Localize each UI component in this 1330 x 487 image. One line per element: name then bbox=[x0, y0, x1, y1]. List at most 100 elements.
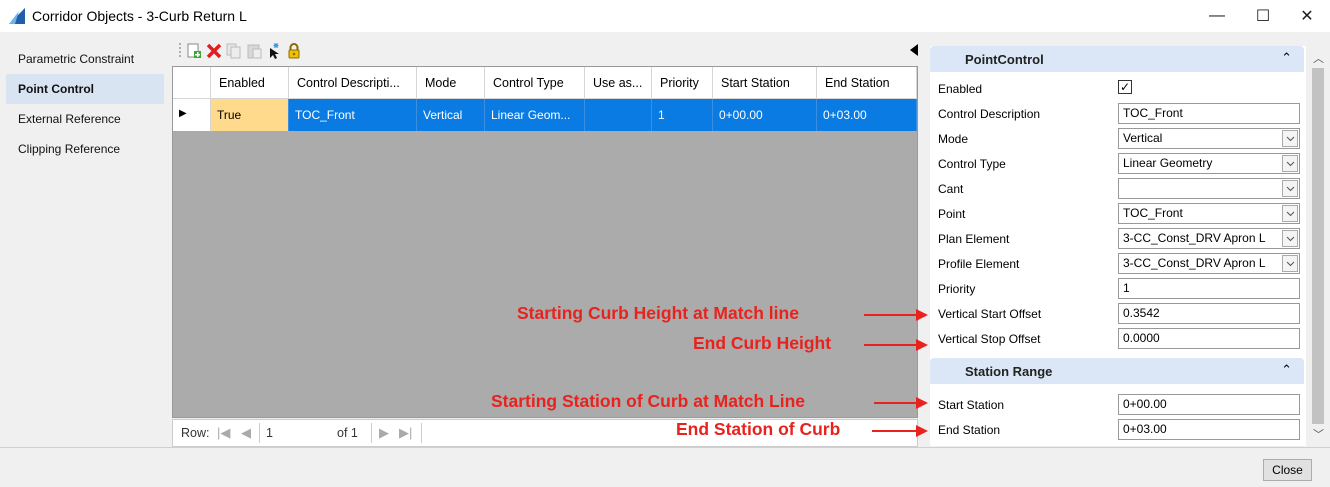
start-station-field[interactable]: 0+00.00 bbox=[1118, 394, 1300, 415]
control-type-select[interactable]: Linear Geometry bbox=[1118, 153, 1300, 174]
cell-start-station[interactable]: 0+00.00 bbox=[713, 99, 817, 131]
grid-toolbar bbox=[170, 40, 922, 64]
prop-label-start-station: Start Station bbox=[938, 398, 1005, 412]
lock-icon[interactable] bbox=[286, 43, 302, 59]
prop-row-vertical-start-offset: Vertical Start Offset 0.3542 bbox=[930, 301, 1304, 326]
last-page-icon[interactable]: ▶| bbox=[399, 425, 412, 441]
cant-select[interactable] bbox=[1118, 178, 1300, 199]
chevron-down-icon[interactable] bbox=[1282, 130, 1298, 147]
column-header-enabled[interactable]: Enabled bbox=[211, 67, 289, 99]
prop-label-end-station: End Station bbox=[938, 423, 1001, 437]
profile-element-select[interactable]: 3-CC_Const_DRV Apron L bbox=[1118, 253, 1300, 274]
chevron-down-icon[interactable] bbox=[1282, 180, 1298, 197]
prop-label-vertical-stop-offset: Vertical Stop Offset bbox=[938, 332, 1041, 346]
paste-icon[interactable] bbox=[246, 43, 262, 59]
sidebar-nav: Parametric Constraint Point Control Exte… bbox=[0, 44, 170, 164]
mode-select[interactable]: Vertical bbox=[1118, 128, 1300, 149]
table-row[interactable]: ▶ True TOC_Front Vertical Linear Geom...… bbox=[173, 99, 917, 131]
chevron-down-icon[interactable] bbox=[1282, 255, 1298, 272]
prop-row-vertical-stop-offset: Vertical Stop Offset 0.0000 bbox=[930, 326, 1304, 351]
column-header-end-station[interactable]: End Station bbox=[817, 67, 917, 99]
scrollbar-thumb[interactable] bbox=[1312, 68, 1324, 424]
annotation-arrow bbox=[874, 397, 928, 409]
maximize-button[interactable]: ☐ bbox=[1240, 0, 1286, 32]
prop-row-control-description: Control Description TOC_Front bbox=[930, 101, 1304, 126]
prop-label-enabled: Enabled bbox=[938, 82, 983, 96]
cell-use-as[interactable] bbox=[585, 99, 652, 131]
column-header-priority[interactable]: Priority bbox=[652, 67, 713, 99]
prop-label-control-description: Control Description bbox=[938, 107, 1041, 121]
cell-enabled[interactable]: True bbox=[211, 99, 289, 131]
cell-control-description[interactable]: TOC_Front bbox=[289, 99, 417, 131]
sidebar-item-point-control[interactable]: Point Control bbox=[6, 74, 164, 104]
column-header-control-type[interactable]: Control Type bbox=[485, 67, 585, 99]
section-header-point-control[interactable]: PointControl ⌃ bbox=[930, 46, 1304, 72]
column-header-mode[interactable]: Mode bbox=[417, 67, 485, 99]
copy-icon[interactable] bbox=[226, 43, 242, 59]
sidebar-item-parametric-constraint[interactable]: Parametric Constraint bbox=[6, 44, 164, 74]
scroll-down-icon[interactable]: ﹀ bbox=[1313, 426, 1324, 442]
priority-field[interactable]: 1 bbox=[1118, 278, 1300, 299]
column-header-start-station[interactable]: Start Station bbox=[713, 67, 817, 99]
prop-label-plan-element: Plan Element bbox=[938, 232, 1010, 246]
cell-control-type[interactable]: Linear Geom... bbox=[485, 99, 585, 131]
prop-row-start-station: Start Station 0+00.00 bbox=[930, 392, 1304, 417]
dialog-footer: Close bbox=[0, 447, 1330, 487]
property-panel: PointControl ⌃ Enabled ✓ Control Descrip… bbox=[930, 46, 1306, 446]
scroll-up-icon[interactable]: ︿ bbox=[1313, 50, 1324, 66]
vertical-start-offset-field[interactable]: 0.3542 bbox=[1118, 303, 1300, 324]
sidebar-item-external-reference[interactable]: External Reference bbox=[6, 104, 164, 134]
annotation-starting-station: Starting Station of Curb at Match Line bbox=[491, 391, 806, 411]
pager-row-input[interactable]: 1 bbox=[266, 426, 273, 440]
section-header-station-range[interactable]: Station Range ⌃ bbox=[930, 358, 1304, 384]
column-header-use-as[interactable]: Use as... bbox=[585, 67, 652, 99]
row-indicator[interactable]: ▶ bbox=[173, 99, 211, 131]
end-station-field[interactable]: 0+03.00 bbox=[1118, 419, 1300, 440]
cell-priority[interactable]: 1 bbox=[652, 99, 713, 131]
new-icon[interactable] bbox=[186, 43, 202, 59]
minimize-button[interactable]: — bbox=[1194, 0, 1240, 32]
plan-element-select[interactable]: 3-CC_Const_DRV Apron L bbox=[1118, 228, 1300, 249]
cell-mode[interactable]: Vertical bbox=[417, 99, 485, 131]
cell-end-station[interactable]: 0+03.00 bbox=[817, 99, 917, 131]
prop-row-plan-element: Plan Element 3-CC_Const_DRV Apron L bbox=[930, 226, 1304, 251]
enabled-checkbox[interactable]: ✓ bbox=[1118, 80, 1132, 94]
pager-divider bbox=[371, 423, 372, 443]
close-window-button[interactable]: ✕ bbox=[1284, 0, 1330, 32]
row-pointer-icon: ▶ bbox=[179, 108, 187, 119]
vertical-stop-offset-field[interactable]: 0.0000 bbox=[1118, 328, 1300, 349]
annotation-end-station: End Station of Curb bbox=[676, 419, 841, 439]
section-title-point-control: PointControl bbox=[965, 52, 1044, 67]
app-icon bbox=[9, 8, 25, 24]
prop-label-profile-element: Profile Element bbox=[938, 257, 1020, 271]
property-panel-scrollbar[interactable]: ︿ ﹀ bbox=[1309, 46, 1327, 446]
prop-row-end-station: End Station 0+03.00 bbox=[930, 417, 1304, 442]
delete-icon[interactable] bbox=[206, 43, 222, 59]
control-description-field[interactable]: TOC_Front bbox=[1118, 103, 1300, 124]
close-button[interactable]: Close bbox=[1263, 459, 1312, 481]
collapse-section-icon[interactable]: ⌃ bbox=[1281, 362, 1292, 378]
chevron-down-icon[interactable] bbox=[1282, 230, 1298, 247]
column-header-control-description[interactable]: Control Descripti... bbox=[289, 67, 417, 99]
prop-label-vertical-start-offset: Vertical Start Offset bbox=[938, 307, 1042, 321]
prop-row-point: Point TOC_Front bbox=[930, 201, 1304, 226]
sidebar-item-clipping-reference[interactable]: Clipping Reference bbox=[6, 134, 164, 164]
prop-row-control-type: Control Type Linear Geometry bbox=[930, 151, 1304, 176]
first-page-icon[interactable]: |◀ bbox=[217, 425, 230, 441]
prop-row-cant: Cant bbox=[930, 176, 1304, 201]
point-select-value: TOC_Front bbox=[1123, 206, 1183, 220]
grid-corner-header bbox=[173, 67, 211, 99]
next-page-icon[interactable]: ▶ bbox=[379, 425, 389, 441]
point-control-grid[interactable]: Enabled Control Descripti... Mode Contro… bbox=[172, 66, 918, 418]
profile-element-select-value: 3-CC_Const_DRV Apron L bbox=[1123, 256, 1266, 270]
point-select[interactable]: TOC_Front bbox=[1118, 203, 1300, 224]
prev-page-icon[interactable]: ◀ bbox=[241, 425, 251, 441]
chevron-down-icon[interactable] bbox=[1282, 155, 1298, 172]
collapse-section-icon[interactable]: ⌃ bbox=[1281, 50, 1292, 66]
collapse-panel-arrow-icon[interactable] bbox=[910, 44, 918, 56]
select-icon[interactable] bbox=[266, 43, 282, 59]
chevron-down-icon[interactable] bbox=[1282, 205, 1298, 222]
grid-header-row: Enabled Control Descripti... Mode Contro… bbox=[173, 67, 917, 99]
prop-row-profile-element: Profile Element 3-CC_Const_DRV Apron L bbox=[930, 251, 1304, 276]
annotation-arrow bbox=[864, 309, 928, 321]
